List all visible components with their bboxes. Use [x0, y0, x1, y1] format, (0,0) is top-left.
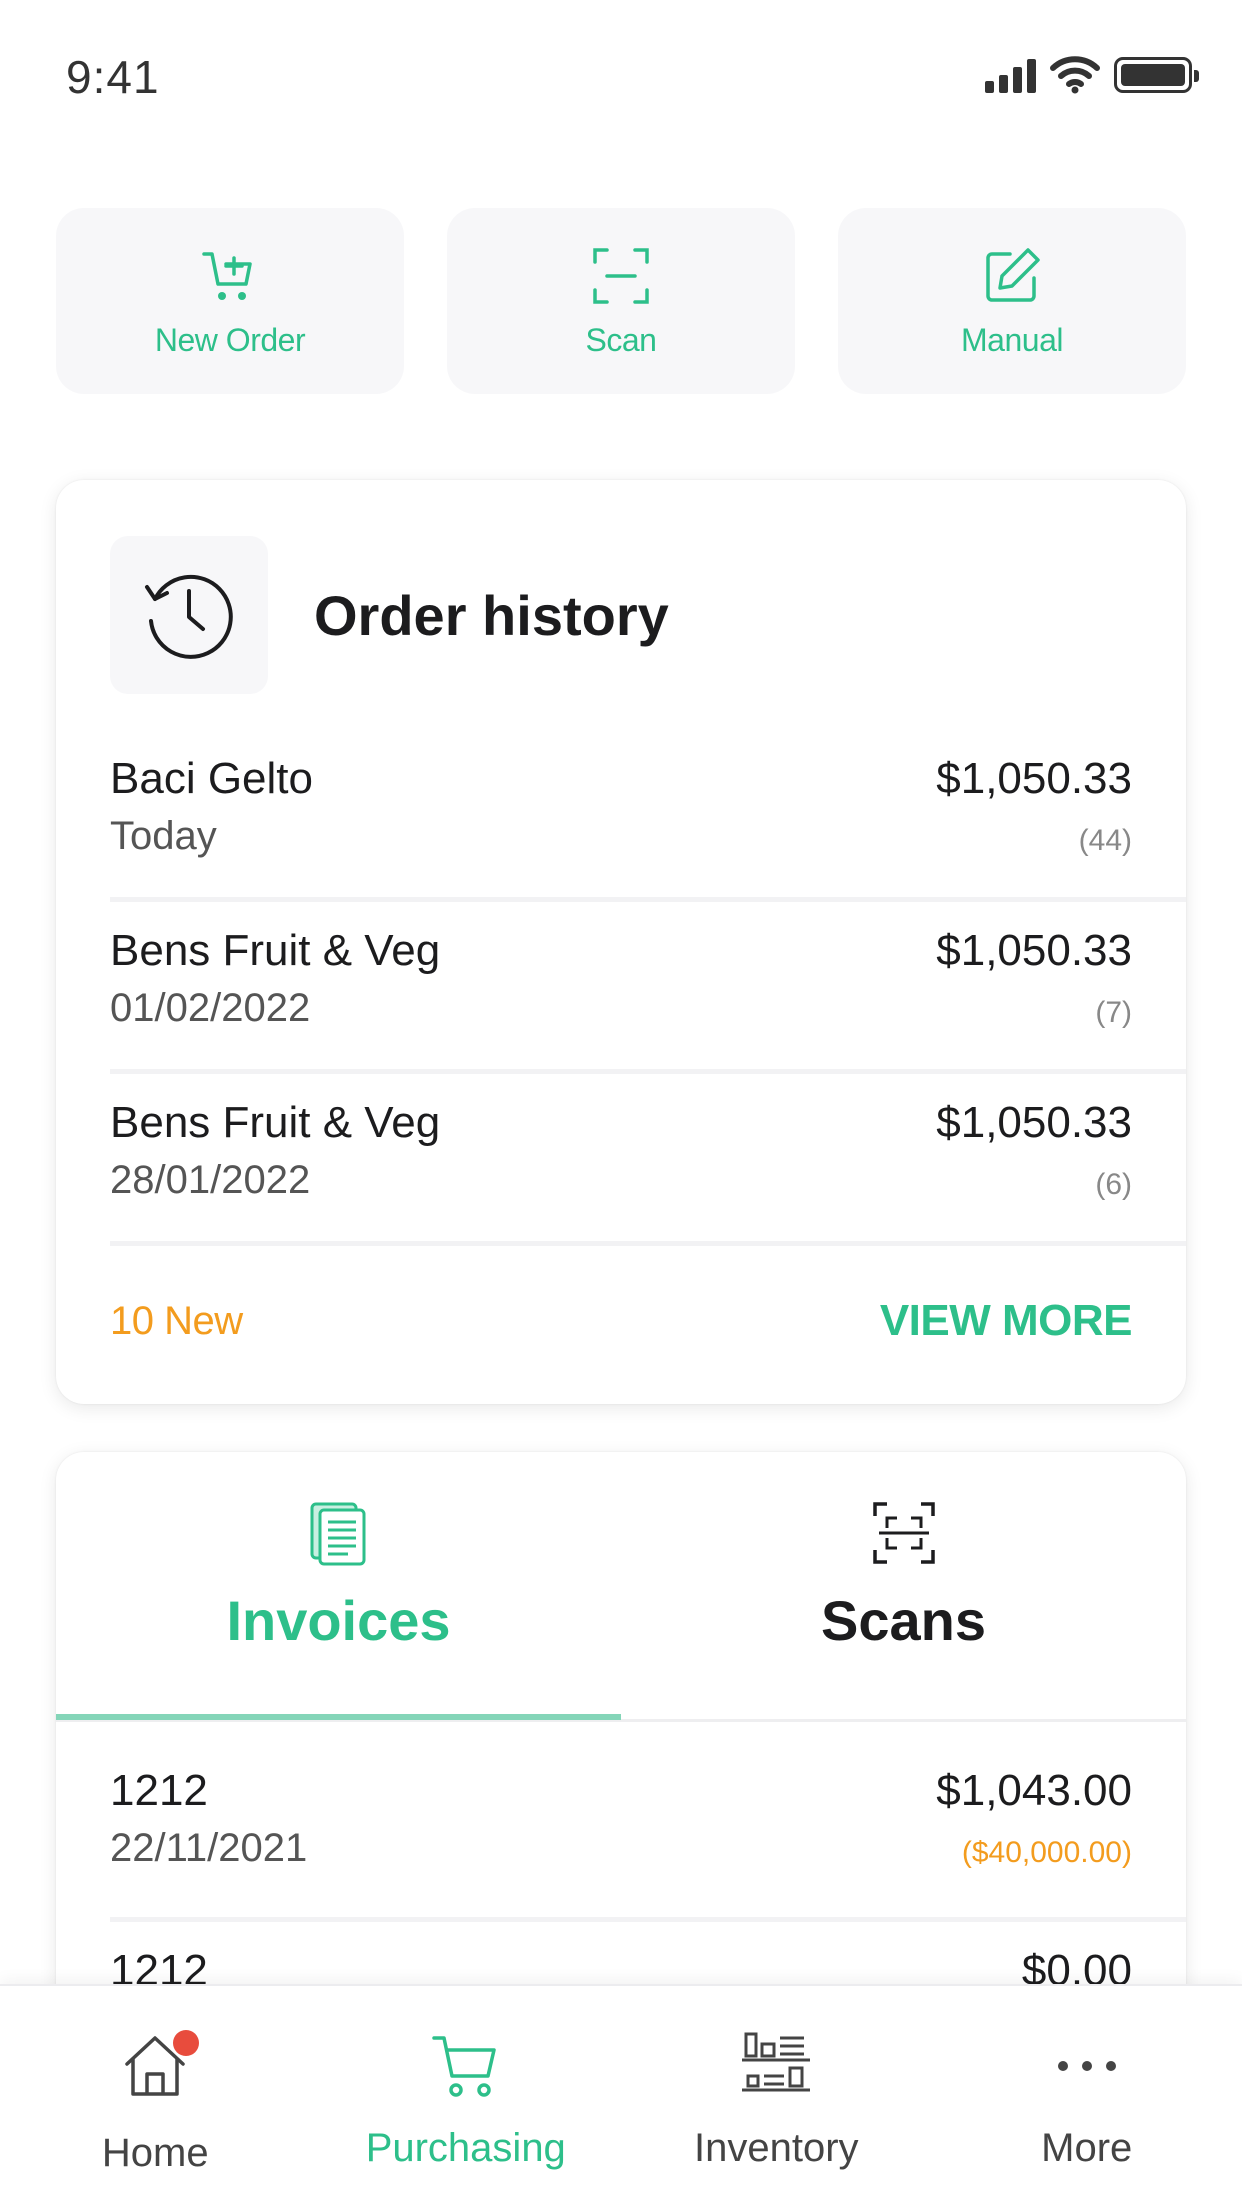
status-bar: 9:41 [0, 0, 1242, 150]
history-clock-icon [145, 574, 233, 659]
notification-dot [173, 2030, 200, 2056]
active-tab-indicator [56, 1714, 621, 1720]
cart-icon [432, 2036, 496, 2097]
tab-scans[interactable]: Scans [621, 1452, 1186, 1722]
nav-more[interactable]: More [932, 1986, 1242, 2208]
invoice-row[interactable]: 1212 22/11/2021 $1,043.00 ($40,000.00) [110, 1742, 1186, 1922]
order-row[interactable]: Baci Gelto Today $1,050.33 (44) [110, 730, 1186, 902]
supplier-name: Baci Gelto [110, 754, 313, 803]
new-order-button[interactable]: New Order [56, 208, 404, 394]
order-item-count: (6) [1095, 1168, 1132, 1201]
scan-frame-icon [872, 1502, 935, 1564]
manual-label: Manual [961, 321, 1063, 358]
view-more-link[interactable]: VIEW MORE [880, 1296, 1133, 1346]
order-amount: $1,050.33 [936, 754, 1132, 803]
order-history-footer: 10 New VIEW MORE [110, 1296, 1133, 1346]
order-date: 01/02/2022 [110, 986, 311, 1030]
quick-actions: New Order Scan Manual [56, 208, 1186, 394]
supplier-name: Bens Fruit & Veg [110, 926, 441, 975]
nav-home-label: Home [101, 2131, 209, 2175]
invoice-icon [310, 1502, 365, 1566]
scan-button[interactable]: Scan [447, 208, 795, 394]
order-amount: $1,050.33 [936, 926, 1132, 975]
tab-scans-label: Scans [821, 1589, 986, 1652]
nav-purchasing-label: Purchasing [365, 2126, 566, 2170]
order-history-title: Order history [314, 583, 669, 647]
inventory-icon [742, 2032, 811, 2092]
tab-invoices[interactable]: Invoices [56, 1452, 621, 1722]
status-time: 9:41 [66, 51, 160, 103]
new-orders-count: 10 New [110, 1298, 243, 1343]
order-date: 28/01/2022 [110, 1158, 311, 1202]
scan-label: Scan [585, 321, 657, 358]
order-history-card: Order history Baci Gelto Today $1,050.33… [56, 480, 1186, 1404]
nav-more-label: More [1041, 2126, 1133, 2170]
invoice-number: 1212 [110, 1766, 208, 1815]
edit-icon [986, 247, 1040, 302]
scan-icon [593, 247, 649, 304]
order-row[interactable]: Bens Fruit & Veg 28/01/2022 $1,050.33 (6… [110, 1074, 1186, 1246]
nav-purchasing[interactable]: Purchasing [311, 1986, 622, 2208]
status-icons [985, 50, 1199, 100]
supplier-name: Bens Fruit & Veg [110, 1098, 441, 1147]
battery-icon [1114, 57, 1199, 93]
signal-icon [985, 57, 1036, 93]
order-amount: $1,050.33 [936, 1098, 1132, 1147]
nav-home[interactable]: Home [0, 1986, 311, 2208]
wifi-icon [1050, 56, 1100, 94]
order-item-count: (7) [1095, 996, 1132, 1029]
documents-tabs: Invoices Scans [56, 1452, 1186, 1722]
nav-inventory[interactable]: Inventory [621, 1986, 932, 2208]
order-date: Today [110, 814, 217, 858]
tab-invoices-label: Invoices [226, 1589, 451, 1652]
invoice-sub-amount: ($40,000.00) [961, 1836, 1132, 1869]
invoice-amount: $1,043.00 [936, 1766, 1132, 1815]
order-row[interactable]: Bens Fruit & Veg 01/02/2022 $1,050.33 (7… [110, 902, 1186, 1074]
manual-button[interactable]: Manual [838, 208, 1186, 394]
bottom-nav: Home Purchasing Inventory More [0, 1984, 1242, 2208]
invoice-date: 22/11/2021 [110, 1826, 308, 1870]
order-history-header: Order history [110, 536, 669, 694]
new-order-label: New Order [154, 321, 306, 358]
nav-inventory-label: Inventory [693, 2126, 859, 2170]
cart-add-icon [202, 251, 252, 300]
history-icon-box [110, 536, 268, 694]
more-icon [1057, 2061, 1116, 2071]
order-item-count: (44) [1078, 824, 1132, 857]
